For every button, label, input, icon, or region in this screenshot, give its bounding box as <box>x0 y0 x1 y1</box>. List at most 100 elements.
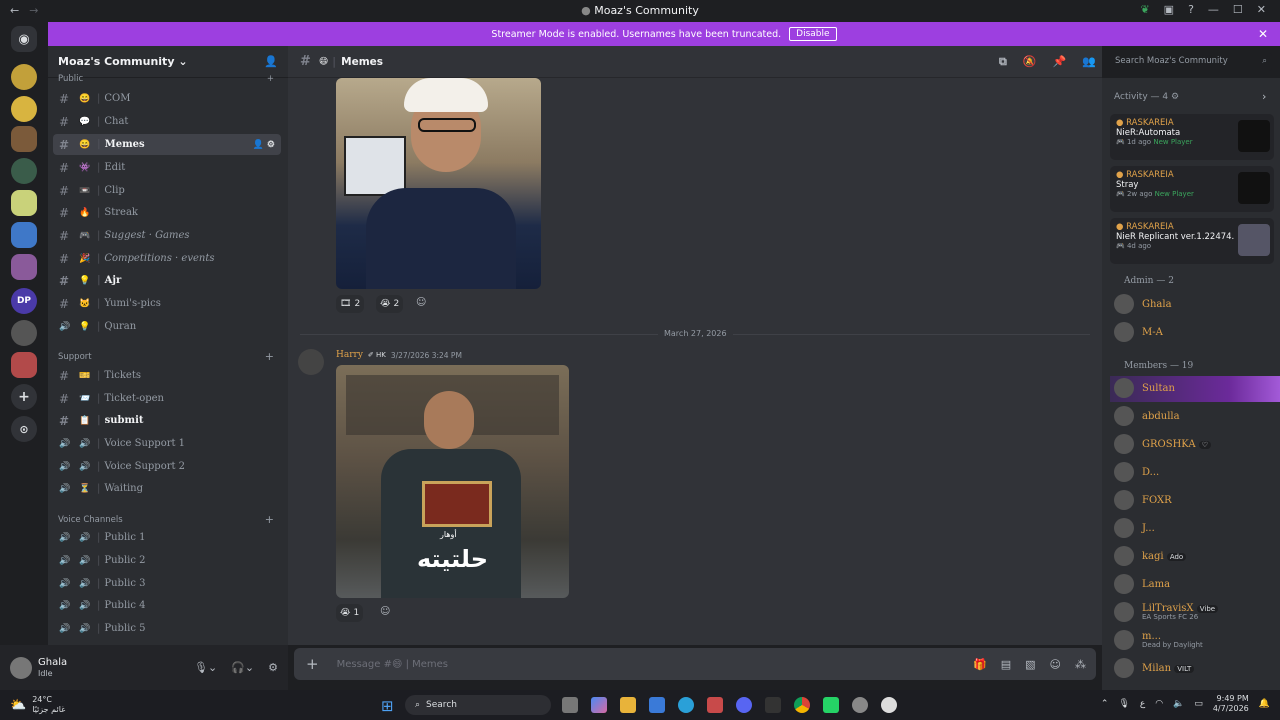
file-explorer-icon[interactable] <box>620 697 636 713</box>
member-row[interactable]: abdulla <box>1114 404 1180 428</box>
member-row[interactable]: Milan VILT <box>1114 656 1195 680</box>
chevron-up-icon[interactable]: ⌃ <box>1101 699 1109 709</box>
chevron-right-icon[interactable]: › <box>1262 90 1266 103</box>
server-icon[interactable] <box>11 254 37 280</box>
search-input[interactable]: Search Moaz's Community ⌕ <box>1110 53 1272 71</box>
channel-21[interactable]: 🔊 🔊 | Public 5 <box>53 618 281 639</box>
channel-6[interactable]: # 🎮 | Suggest · Games <box>53 225 281 246</box>
channel-19[interactable]: 🔊 🔊 | Public 3 <box>53 573 281 594</box>
reaction[interactable]: 🎞 2 <box>336 295 365 313</box>
close-window-icon[interactable]: ✕ <box>1257 3 1266 16</box>
server-icon[interactable] <box>11 96 37 122</box>
channel-13[interactable]: # 📋 | submit <box>53 410 281 431</box>
clock-date[interactable]: 4/7/2026 <box>1213 704 1249 714</box>
channel-18[interactable]: 🔊 🔊 | Public 2 <box>53 550 281 571</box>
taskbar-search[interactable]: ⌕ Search <box>405 695 551 715</box>
task-view-icon[interactable] <box>562 697 578 713</box>
activity-header[interactable]: Activity — 4 ⚙ <box>1114 92 1179 102</box>
activity-card[interactable]: ● RASKAREIA Stray 🎮 2w ago New Player <box>1110 166 1274 212</box>
leaf-icon[interactable]: ❦ <box>1140 3 1149 16</box>
weather-icon[interactable]: ⛅ <box>10 698 26 713</box>
channel-14[interactable]: 🔊 🔊 | Voice Support 1 <box>53 433 281 454</box>
mic-tray-icon[interactable]: 🎙 <box>1118 699 1129 709</box>
app-icon[interactable] <box>852 697 868 713</box>
server-icon[interactable] <box>11 190 37 216</box>
discord-home-icon[interactable]: ◉ <box>11 26 37 52</box>
microphone-icon[interactable]: 🎙⌄ <box>194 661 217 674</box>
mute-bell-icon[interactable]: 🔕 <box>1023 55 1037 69</box>
emoji-icon[interactable]: ☺ <box>1050 658 1061 671</box>
app-icon[interactable] <box>707 697 723 713</box>
channel-10[interactable]: 🔊 💡 | Quran <box>53 316 281 337</box>
channel-15[interactable]: 🔊 🔊 | Voice Support 2 <box>53 456 281 477</box>
add-attachment-icon[interactable]: + <box>306 655 319 673</box>
reaction[interactable]: 😭 1 <box>336 604 364 622</box>
channel-5[interactable]: # 🔥 | Streak <box>53 202 281 223</box>
epic-games-icon[interactable] <box>765 697 781 713</box>
sticker-icon[interactable]: ▧ <box>1025 658 1035 671</box>
notification-bell-icon[interactable]: 🔔 <box>1259 699 1270 709</box>
close-banner-icon[interactable]: ✕ <box>1258 27 1268 41</box>
member-row[interactable]: Ghala <box>1114 292 1172 316</box>
member-row[interactable]: D... <box>1114 460 1159 484</box>
message-author[interactable]: Harry <box>336 350 363 360</box>
category-support[interactable]: Support + <box>48 350 288 363</box>
help-icon[interactable]: ? <box>1188 3 1194 16</box>
gif-icon[interactable]: ▤ <box>1001 658 1011 671</box>
headphones-icon[interactable]: 🎧⌄ <box>231 661 254 674</box>
channel-1[interactable]: # 💬 | Chat <box>53 111 281 132</box>
member-row[interactable]: M-A <box>1114 320 1163 344</box>
apps-icon[interactable]: ⁂ <box>1075 658 1086 671</box>
channel-3[interactable]: # 👾 | Edit <box>53 157 281 178</box>
server-icon[interactable] <box>11 64 37 90</box>
members-icon[interactable]: 👥 <box>1082 55 1096 69</box>
category-public[interactable]: Public + <box>48 74 288 84</box>
channel-0[interactable]: # 😄 | COM <box>53 88 281 109</box>
avatar[interactable] <box>10 656 32 679</box>
threads-icon[interactable]: ⧉ <box>999 55 1007 69</box>
channel-7[interactable]: # 🎉 | Competitions · events <box>53 248 281 269</box>
member-row[interactable]: m... Dead by Daylight <box>1114 628 1203 652</box>
back-arrow-icon[interactable]: ← <box>10 4 19 17</box>
language-indicator[interactable]: ع <box>1140 699 1145 709</box>
clock-time[interactable]: 9:49 PM <box>1213 694 1249 704</box>
channel-11[interactable]: # 🎫 | Tickets <box>53 365 281 386</box>
channel-20[interactable]: 🔊 🔊 | Public 4 <box>53 595 281 616</box>
chrome-icon[interactable] <box>794 697 810 713</box>
maximize-icon[interactable]: ☐ <box>1233 3 1243 16</box>
minimize-icon[interactable]: — <box>1208 3 1219 16</box>
start-icon[interactable]: ⊞ <box>381 697 394 715</box>
pin-icon[interactable]: 📌 <box>1053 55 1067 69</box>
channel-16[interactable]: 🔊 ⏳ | Waiting <box>53 478 281 499</box>
server-icon[interactable]: DP <box>11 288 37 314</box>
forward-arrow-icon[interactable]: → <box>29 4 38 17</box>
copilot-icon[interactable] <box>591 697 607 713</box>
add-reaction-icon[interactable]: ☺ <box>416 297 426 308</box>
steam-icon[interactable] <box>881 697 897 713</box>
channel-9[interactable]: # 🐱 | Yumi's-pics <box>53 293 281 314</box>
channel-12[interactable]: # 📨 | Ticket-open <box>53 388 281 409</box>
member-row[interactable]: GROSHKA ♡ <box>1114 432 1212 456</box>
member-row[interactable]: J... <box>1114 516 1155 540</box>
activity-card[interactable]: ● RASKAREIA NieR Replicant ver.1.22474...… <box>1110 218 1274 264</box>
whatsapp-icon[interactable] <box>823 697 839 713</box>
volume-icon[interactable]: 🔈 <box>1173 699 1184 709</box>
server-icon[interactable] <box>11 352 37 378</box>
server-icon[interactable] <box>11 222 37 248</box>
discover-icon[interactable]: ⊙ <box>11 416 37 442</box>
channel-17[interactable]: 🔊 🔊 | Public 1 <box>53 527 281 548</box>
discord-taskbar-icon[interactable] <box>736 697 752 713</box>
server-icon[interactable] <box>11 126 37 152</box>
wifi-icon[interactable]: ◠ <box>1155 699 1163 709</box>
edge-icon[interactable] <box>678 697 694 713</box>
member-row[interactable]: LilTravisX Vibe EA Sports FC 26 <box>1114 600 1219 624</box>
reaction[interactable]: 😭 2 <box>376 295 404 313</box>
member-row[interactable]: FOXR <box>1114 488 1172 512</box>
add-reaction-icon[interactable]: ☺ <box>380 606 390 617</box>
add-server-icon[interactable]: + <box>11 384 37 410</box>
meme-image[interactable] <box>336 78 541 289</box>
channel-4[interactable]: # 📼 | Clip <box>53 180 281 201</box>
disable-button[interactable]: Disable <box>789 27 837 41</box>
channel-8[interactable]: # 💡 | Ajr <box>53 270 281 291</box>
member-row[interactable]: Lama <box>1114 572 1170 596</box>
